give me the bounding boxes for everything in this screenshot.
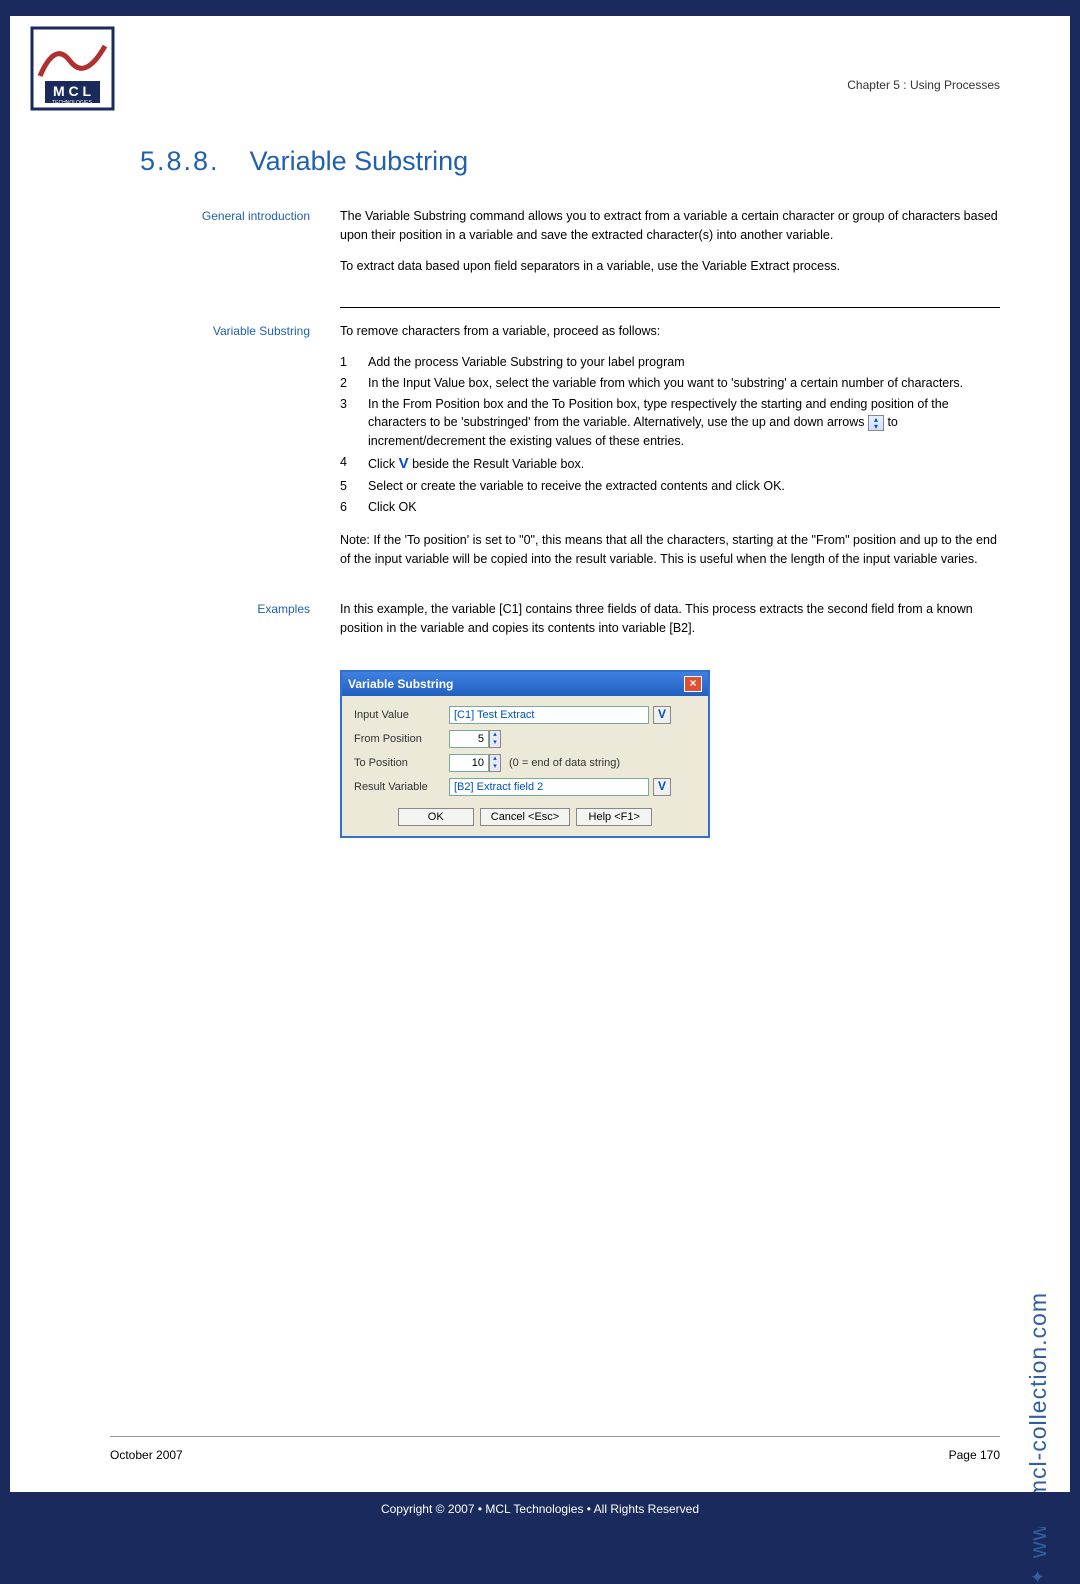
section-intro: General introduction The Variable Substr… bbox=[140, 207, 1000, 287]
section-steps: Variable Substring To remove characters … bbox=[140, 322, 1000, 580]
dialog-body: Input Value V From Position ▴▾ To Positi… bbox=[342, 696, 708, 836]
v-icon: V bbox=[399, 453, 409, 476]
intro-p1: The Variable Substring command allows yo… bbox=[340, 207, 1000, 245]
close-icon[interactable]: × bbox=[684, 676, 702, 692]
dialog-title-text: Variable Substring bbox=[348, 677, 453, 691]
mcl-logo: M C L TECHNOLOGIES bbox=[30, 26, 115, 111]
ok-button[interactable]: OK bbox=[398, 808, 474, 826]
plus-icon: ✦ bbox=[1028, 1568, 1049, 1584]
heading-number: 5.8.8. bbox=[140, 146, 220, 176]
steps-note: Note: If the 'To position' is set to "0"… bbox=[340, 531, 1000, 569]
footer-page: Page 170 bbox=[949, 1448, 1000, 1462]
step-6: Click OK bbox=[368, 498, 1000, 517]
dialog-variable-substring: Variable Substring × Input Value V From … bbox=[340, 670, 710, 838]
dialog-buttons: OK Cancel <Esc> Help <F1> bbox=[354, 802, 696, 828]
svg-text:TECHNOLOGIES: TECHNOLOGIES bbox=[52, 100, 92, 106]
to-position-field[interactable] bbox=[449, 754, 489, 772]
steps-list: 1Add the process Variable Substring to y… bbox=[340, 353, 1000, 517]
step-1: Add the process Variable Substring to yo… bbox=[368, 353, 1000, 372]
from-position-spinner[interactable]: ▴▾ bbox=[489, 730, 501, 748]
footer-date: October 2007 bbox=[110, 1448, 183, 1462]
section-body-intro: The Variable Substring command allows yo… bbox=[340, 207, 1000, 287]
page: M C L TECHNOLOGIES Chapter 5 : Using Pro… bbox=[10, 16, 1070, 1492]
to-position-spinner[interactable]: ▴▾ bbox=[489, 754, 501, 772]
spinner-icon bbox=[868, 415, 884, 431]
section-examples: Examples In this example, the variable [… bbox=[140, 600, 1000, 650]
section-label-steps: Variable Substring bbox=[140, 322, 340, 580]
content: 5.8.8. Variable Substring General introd… bbox=[140, 146, 1000, 838]
cancel-button[interactable]: Cancel <Esc> bbox=[480, 808, 570, 826]
step-4: Click V beside the Result Variable box. bbox=[368, 453, 1000, 476]
result-variable-field[interactable] bbox=[449, 778, 649, 796]
input-value-field[interactable] bbox=[449, 706, 649, 724]
to-position-hint: (0 = end of data string) bbox=[509, 757, 620, 769]
divider bbox=[340, 307, 1000, 308]
from-position-field[interactable] bbox=[449, 730, 489, 748]
examples-p1: In this example, the variable [C1] conta… bbox=[340, 600, 1000, 638]
heading-title: Variable Substring bbox=[250, 146, 469, 176]
step-3a: In the From Position box and the To Posi… bbox=[368, 395, 1000, 451]
step-2: In the Input Value box, select the varia… bbox=[368, 374, 1000, 393]
section-label-intro: General introduction bbox=[140, 207, 340, 287]
page-title: 5.8.8. Variable Substring bbox=[140, 146, 1000, 177]
section-body-examples: In this example, the variable [C1] conta… bbox=[340, 600, 1000, 650]
svg-text:M C L: M C L bbox=[53, 83, 92, 99]
step-5: Select or create the variable to receive… bbox=[368, 477, 1000, 496]
input-value-v-button[interactable]: V bbox=[653, 706, 671, 724]
side-url: ✦ www.mcl-collection.com bbox=[1025, 1292, 1052, 1584]
result-variable-v-button[interactable]: V bbox=[653, 778, 671, 796]
dialog-titlebar: Variable Substring × bbox=[342, 672, 708, 696]
help-button[interactable]: Help <F1> bbox=[576, 808, 652, 826]
section-label-examples: Examples bbox=[140, 600, 340, 650]
chapter-label: Chapter 5 : Using Processes bbox=[847, 78, 1000, 92]
section-body-steps: To remove characters from a variable, pr… bbox=[340, 322, 1000, 580]
footer-line bbox=[110, 1436, 1000, 1437]
result-variable-label: Result Variable bbox=[354, 781, 449, 793]
input-value-label: Input Value bbox=[354, 709, 449, 721]
to-position-label: To Position bbox=[354, 757, 449, 769]
steps-intro: To remove characters from a variable, pr… bbox=[340, 322, 1000, 341]
intro-p2: To extract data based upon field separat… bbox=[340, 257, 1000, 276]
copyright-bar: Copyright © 2007 • MCL Technologies • Al… bbox=[0, 1492, 1080, 1527]
from-position-label: From Position bbox=[354, 733, 449, 745]
